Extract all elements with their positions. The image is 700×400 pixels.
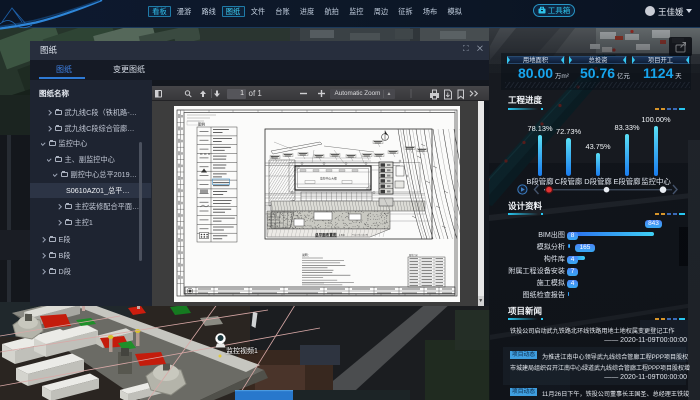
svg-text:1:500: 1:500 (339, 235, 345, 237)
svg-text:总平面布置图: 总平面布置图 (315, 232, 337, 237)
svg-text:ProjectStandardM: ProjectStandardM (352, 234, 368, 237)
svg-text:说明：: 说明： (302, 253, 310, 257)
svg-text:监控中心大楼: 监控中心大楼 (320, 177, 337, 181)
